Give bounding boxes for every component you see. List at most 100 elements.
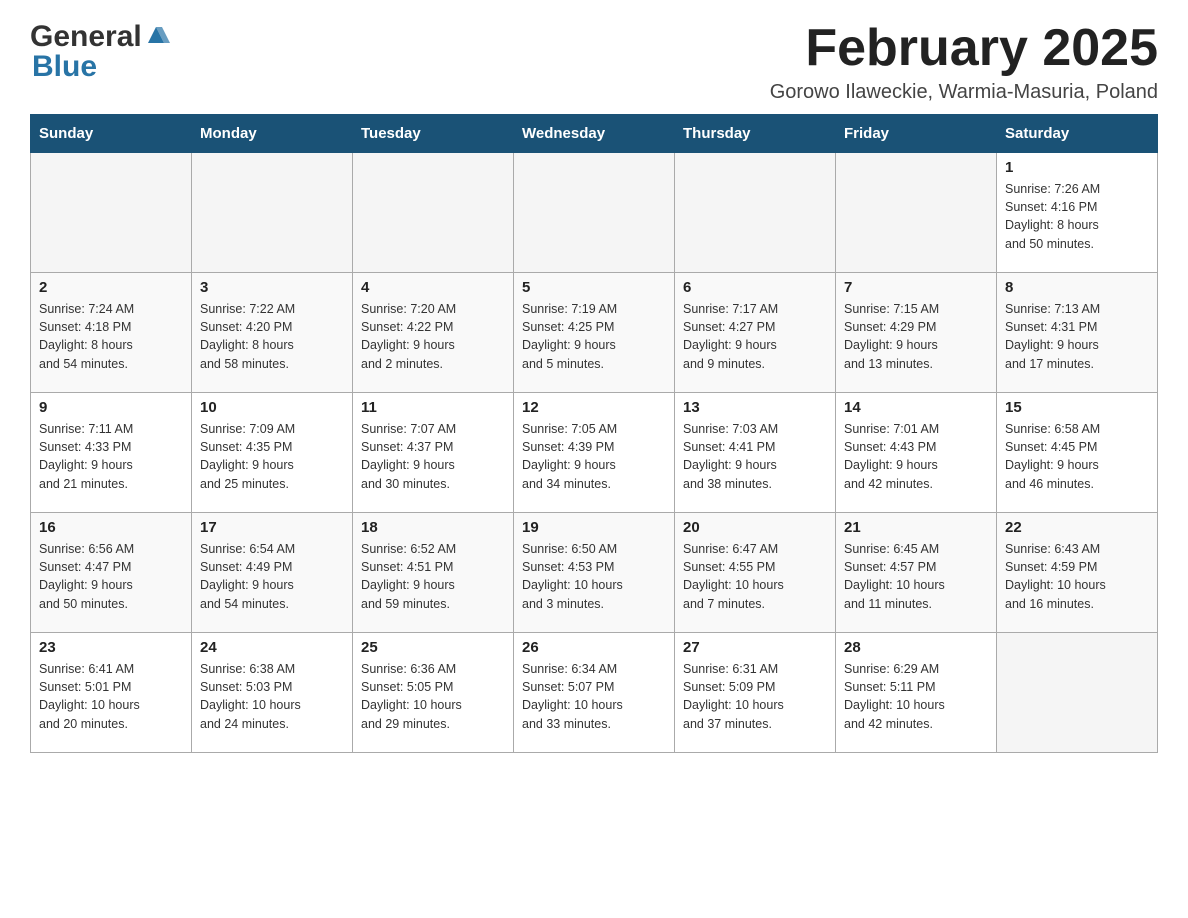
day-info: Sunrise: 6:34 AM Sunset: 5:07 PM Dayligh… xyxy=(522,660,666,733)
calendar-day-cell xyxy=(192,153,353,273)
month-title: February 2025 xyxy=(770,20,1158,77)
calendar-table: SundayMondayTuesdayWednesdayThursdayFrid… xyxy=(30,114,1158,753)
day-info: Sunrise: 7:13 AM Sunset: 4:31 PM Dayligh… xyxy=(1005,300,1149,373)
day-info: Sunrise: 6:56 AM Sunset: 4:47 PM Dayligh… xyxy=(39,540,183,613)
day-info: Sunrise: 7:17 AM Sunset: 4:27 PM Dayligh… xyxy=(683,300,827,373)
day-of-week-header: Wednesday xyxy=(514,115,675,153)
calendar-day-cell: 3Sunrise: 7:22 AM Sunset: 4:20 PM Daylig… xyxy=(192,273,353,393)
day-info: Sunrise: 7:07 AM Sunset: 4:37 PM Dayligh… xyxy=(361,420,505,493)
calendar-day-cell: 6 Sunrise: 7:17 AM Sunset: 4:27 PM Daylig… xyxy=(675,273,836,393)
day-number: 22 xyxy=(1005,519,1149,536)
day-number: 8 xyxy=(1005,279,1149,296)
day-number: 21 xyxy=(844,519,988,536)
calendar-day-cell xyxy=(514,153,675,273)
calendar-day-cell: 8 Sunrise: 7:13 AM Sunset: 4:31 PM Daylig… xyxy=(997,273,1158,393)
day-number: 10 xyxy=(200,399,344,416)
day-number: 6 xyxy=(683,279,827,296)
day-info: Sunrise: 6:47 AM Sunset: 4:55 PM Dayligh… xyxy=(683,540,827,613)
day-info: Sunrise: 7:11 AM Sunset: 4:33 PM Dayligh… xyxy=(39,420,183,493)
calendar-day-cell xyxy=(31,153,192,273)
day-number: 3 xyxy=(200,279,344,296)
calendar-day-cell: 20 Sunrise: 6:47 AM Sunset: 4:55 PM Dayli… xyxy=(675,513,836,633)
day-number: 25 xyxy=(361,639,505,656)
calendar-day-cell xyxy=(836,153,997,273)
day-of-week-header: Tuesday xyxy=(353,115,514,153)
logo-triangle-icon xyxy=(142,21,170,49)
page-header: General Blue February 2025 Gorowo Ilawec… xyxy=(30,20,1158,104)
day-number: 20 xyxy=(683,519,827,536)
day-info: Sunrise: 6:38 AM Sunset: 5:03 PM Dayligh… xyxy=(200,660,344,733)
day-info: Sunrise: 7:05 AM Sunset: 4:39 PM Dayligh… xyxy=(522,420,666,493)
calendar-week-row: 1 Sunrise: 7:26 AM Sunset: 4:16 PM Daylig… xyxy=(31,153,1158,273)
day-info: Sunrise: 7:24 AM Sunset: 4:18 PM Dayligh… xyxy=(39,300,183,373)
day-number: 27 xyxy=(683,639,827,656)
calendar-day-cell: 27Sunrise: 6:31 AM Sunset: 5:09 PM Dayli… xyxy=(675,633,836,753)
logo-general-text: General xyxy=(30,20,142,54)
calendar-day-cell: 15 Sunrise: 6:58 AM Sunset: 4:45 PM Dayli… xyxy=(997,393,1158,513)
calendar-header-row: SundayMondayTuesdayWednesdayThursdayFrid… xyxy=(31,115,1158,153)
day-info: Sunrise: 6:50 AM Sunset: 4:53 PM Dayligh… xyxy=(522,540,666,613)
logo-blue-text: Blue xyxy=(32,50,97,83)
calendar-day-cell: 5 Sunrise: 7:19 AM Sunset: 4:25 PM Daylig… xyxy=(514,273,675,393)
day-number: 23 xyxy=(39,639,183,656)
calendar-week-row: 23 Sunrise: 6:41 AM Sunset: 5:01 PM Dayli… xyxy=(31,633,1158,753)
day-of-week-header: Saturday xyxy=(997,115,1158,153)
day-info: Sunrise: 7:09 AM Sunset: 4:35 PM Dayligh… xyxy=(200,420,344,493)
day-number: 5 xyxy=(522,279,666,296)
calendar-day-cell: 26 Sunrise: 6:34 AM Sunset: 5:07 PM Dayli… xyxy=(514,633,675,753)
title-section: February 2025 Gorowo Ilaweckie, Warmia-M… xyxy=(770,20,1158,104)
day-number: 9 xyxy=(39,399,183,416)
day-info: Sunrise: 6:45 AM Sunset: 4:57 PM Dayligh… xyxy=(844,540,988,613)
day-info: Sunrise: 7:15 AM Sunset: 4:29 PM Dayligh… xyxy=(844,300,988,373)
calendar-day-cell: 23 Sunrise: 6:41 AM Sunset: 5:01 PM Dayli… xyxy=(31,633,192,753)
calendar-week-row: 9 Sunrise: 7:11 AM Sunset: 4:33 PM Daylig… xyxy=(31,393,1158,513)
calendar-day-cell: 12Sunrise: 7:05 AM Sunset: 4:39 PM Dayli… xyxy=(514,393,675,513)
calendar-day-cell: 10 Sunrise: 7:09 AM Sunset: 4:35 PM Dayli… xyxy=(192,393,353,513)
day-number: 4 xyxy=(361,279,505,296)
day-number: 26 xyxy=(522,639,666,656)
calendar-day-cell: 22 Sunrise: 6:43 AM Sunset: 4:59 PM Dayli… xyxy=(997,513,1158,633)
day-of-week-header: Monday xyxy=(192,115,353,153)
location-title: Gorowo Ilaweckie, Warmia-Masuria, Poland xyxy=(770,81,1158,104)
day-of-week-header: Friday xyxy=(836,115,997,153)
day-info: Sunrise: 6:41 AM Sunset: 5:01 PM Dayligh… xyxy=(39,660,183,733)
calendar-week-row: 16 Sunrise: 6:56 AM Sunset: 4:47 PM Dayli… xyxy=(31,513,1158,633)
calendar-day-cell: 17 Sunrise: 6:54 AM Sunset: 4:49 PM Dayli… xyxy=(192,513,353,633)
calendar-day-cell: 21 Sunrise: 6:45 AM Sunset: 4:57 PM Dayli… xyxy=(836,513,997,633)
calendar-day-cell: 13Sunrise: 7:03 AM Sunset: 4:41 PM Dayli… xyxy=(675,393,836,513)
calendar-day-cell: 4Sunrise: 7:20 AM Sunset: 4:22 PM Daylig… xyxy=(353,273,514,393)
day-number: 16 xyxy=(39,519,183,536)
day-number: 15 xyxy=(1005,399,1149,416)
calendar-day-cell: 25 Sunrise: 6:36 AM Sunset: 5:05 PM Dayli… xyxy=(353,633,514,753)
day-info: Sunrise: 6:52 AM Sunset: 4:51 PM Dayligh… xyxy=(361,540,505,613)
calendar-week-row: 2 Sunrise: 7:24 AM Sunset: 4:18 PM Daylig… xyxy=(31,273,1158,393)
day-number: 28 xyxy=(844,639,988,656)
day-number: 18 xyxy=(361,519,505,536)
day-number: 2 xyxy=(39,279,183,296)
day-number: 11 xyxy=(361,399,505,416)
day-number: 17 xyxy=(200,519,344,536)
day-number: 19 xyxy=(522,519,666,536)
day-number: 24 xyxy=(200,639,344,656)
day-number: 1 xyxy=(1005,159,1149,176)
day-info: Sunrise: 6:54 AM Sunset: 4:49 PM Dayligh… xyxy=(200,540,344,613)
day-number: 14 xyxy=(844,399,988,416)
calendar-day-cell: 11 Sunrise: 7:07 AM Sunset: 4:37 PM Dayli… xyxy=(353,393,514,513)
calendar-day-cell xyxy=(997,633,1158,753)
day-info: Sunrise: 7:26 AM Sunset: 4:16 PM Dayligh… xyxy=(1005,180,1149,253)
calendar-day-cell: 7Sunrise: 7:15 AM Sunset: 4:29 PM Daylig… xyxy=(836,273,997,393)
calendar-day-cell: 24 Sunrise: 6:38 AM Sunset: 5:03 PM Dayli… xyxy=(192,633,353,753)
day-info: Sunrise: 6:43 AM Sunset: 4:59 PM Dayligh… xyxy=(1005,540,1149,613)
day-info: Sunrise: 7:19 AM Sunset: 4:25 PM Dayligh… xyxy=(522,300,666,373)
day-of-week-header: Thursday xyxy=(675,115,836,153)
calendar-day-cell: 1 Sunrise: 7:26 AM Sunset: 4:16 PM Daylig… xyxy=(997,153,1158,273)
calendar-day-cell: 28Sunrise: 6:29 AM Sunset: 5:11 PM Dayli… xyxy=(836,633,997,753)
logo: General Blue xyxy=(30,20,170,84)
calendar-day-cell: 18 Sunrise: 6:52 AM Sunset: 4:51 PM Dayli… xyxy=(353,513,514,633)
day-number: 13 xyxy=(683,399,827,416)
day-info: Sunrise: 6:58 AM Sunset: 4:45 PM Dayligh… xyxy=(1005,420,1149,493)
calendar-day-cell xyxy=(353,153,514,273)
day-info: Sunrise: 7:01 AM Sunset: 4:43 PM Dayligh… xyxy=(844,420,988,493)
day-of-week-header: Sunday xyxy=(31,115,192,153)
day-info: Sunrise: 6:36 AM Sunset: 5:05 PM Dayligh… xyxy=(361,660,505,733)
